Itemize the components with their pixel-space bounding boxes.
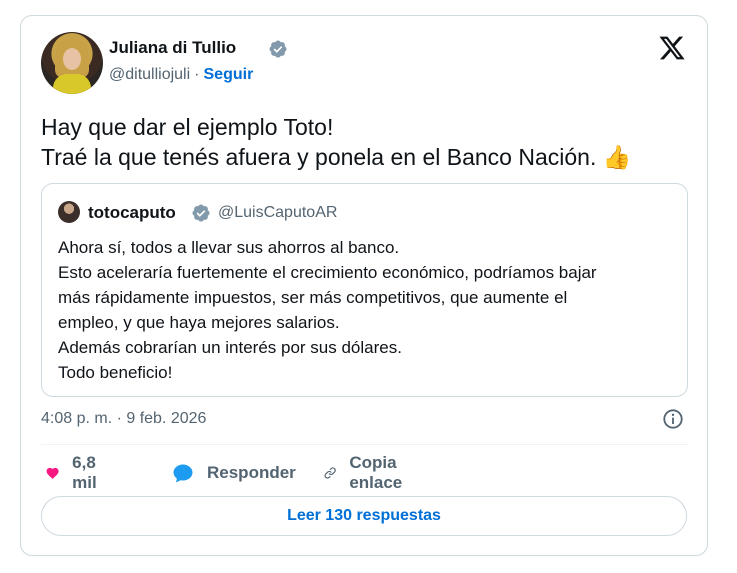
author-name[interactable]: Juliana di Tullio [109,38,236,58]
quoted-tweet[interactable]: totocaputo @LuisCaputoAR Ahora sí, todos… [41,183,688,397]
tweet-text: Hay que dar el ejemplo Toto! Traé la que… [41,112,691,172]
copy-link-label: Copia enlace [349,453,403,492]
reply-bubble-icon [173,464,193,483]
reply-label: Responder [207,463,296,482]
heart-icon [46,467,59,479]
tweet-card: Juliana di Tullio @ditulliojuli · Seguir H… [20,15,708,556]
info-icon[interactable] [662,408,684,430]
quoted-avatar [58,201,80,223]
copy-link-button[interactable]: Copia enlace [323,453,412,492]
quoted-line: Esto aceleraría fuertemente el crecimien… [58,263,597,282]
read-replies-button[interactable]: Leer 130 respuestas [41,496,687,536]
tweet-line-text: Traé la que tenés afuera y ponela en el … [41,144,597,170]
quoted-line: empleo, y que haya mejores salarios. [58,313,340,332]
quoted-line: Ahora sí, todos a llevar sus ahorros al … [58,238,400,257]
author-handle-line: @ditulliojuli · Seguir [109,66,253,84]
reply-button[interactable]: Responder [171,458,296,488]
link-icon [324,467,336,479]
divider [41,444,689,445]
separator-dot: · [194,66,200,83]
quoted-author-handle: @LuisCaputoAR [218,204,338,221]
thumbs-up-emoji: 👍 [602,144,632,170]
quoted-line: más rápidamente impuestos, ser más compe… [58,288,568,307]
quoted-line: Todo beneficio! [58,363,173,382]
quoted-author-name: totocaputo [88,203,176,222]
timestamp[interactable]: 4:08 p. m. · 9 feb. 2026 [41,410,206,428]
verified-badge-icon [269,40,287,58]
author-handle[interactable]: @ditulliojuli [109,66,190,83]
x-logo-icon[interactable] [657,34,687,62]
tweet-line: Traé la que tenés afuera y ponela en el … [41,142,691,172]
verified-badge-icon [192,204,210,222]
quoted-line: Además cobrarían un interés por sus dóla… [58,338,402,357]
quoted-text: Ahora sí, todos a llevar sus ahorros al … [58,235,678,385]
author-avatar[interactable] [41,32,103,94]
like-button[interactable]: 6,8 mil [45,453,106,492]
like-count: 6,8 mil [72,453,97,492]
tweet-line: Hay que dar el ejemplo Toto! [41,114,334,140]
follow-button[interactable]: Seguir [204,66,254,83]
